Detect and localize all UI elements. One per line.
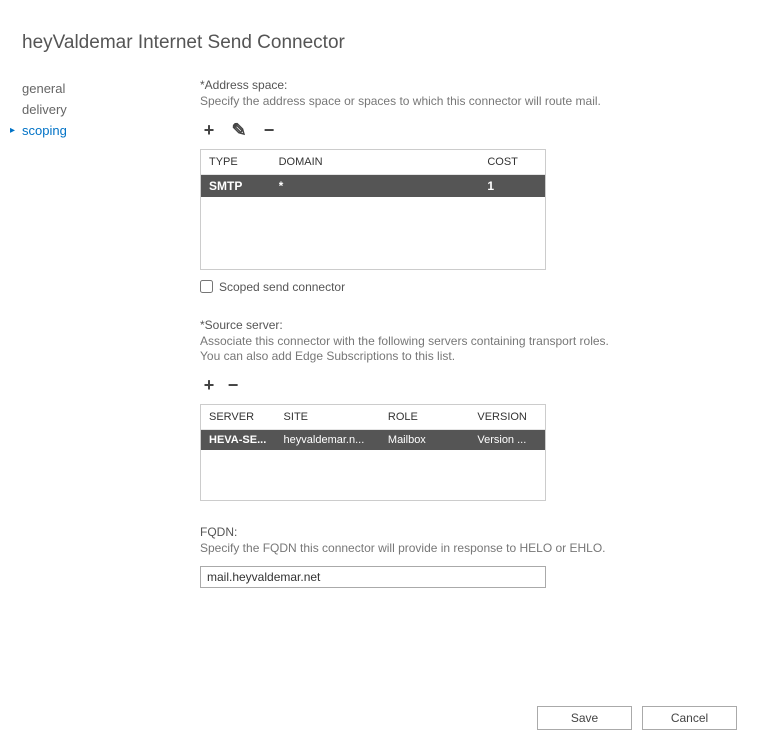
cell-domain: * [279,179,488,193]
cell-type: SMTP [209,179,279,193]
scoped-label: Scoped send connector [219,280,345,294]
remove-icon[interactable]: − [260,120,278,141]
add-icon[interactable]: + [200,375,218,396]
header-cost: COST [487,156,537,168]
source-server-help: Associate this connector with the follow… [200,334,611,365]
header-type: TYPE [209,156,279,168]
address-space-toolbar: + ✎ − [200,120,611,141]
source-server-toolbar: + − [200,375,611,396]
fqdn-label: FQDN: [200,525,611,539]
cell-role: Mailbox [388,434,477,446]
sidebar-item-general[interactable]: general [22,78,200,99]
header-domain: DOMAIN [279,156,488,168]
table-empty-area [201,450,545,500]
button-row: Save Cancel [537,706,737,730]
fqdn-section: FQDN: Specify the FQDN this connector wi… [200,525,611,589]
edit-icon[interactable]: ✎ [230,120,248,141]
scoped-checkbox[interactable] [200,280,213,293]
remove-icon[interactable]: − [224,375,242,396]
sidebar: general delivery scoping [0,78,200,612]
cell-cost: 1 [487,179,537,193]
header-server: SERVER [209,411,284,423]
header-version: VERSION [477,411,537,423]
table-header: TYPE DOMAIN COST [201,150,545,175]
address-space-table: TYPE DOMAIN COST SMTP * 1 [200,149,546,270]
source-server-label: *Source server: [200,318,611,332]
source-server-table: SERVER SITE ROLE VERSION HEVA-SE... heyv… [200,404,546,501]
fqdn-input[interactable] [200,566,546,588]
save-button[interactable]: Save [537,706,632,730]
header-role: ROLE [388,411,477,423]
source-server-section: *Source server: Associate this connector… [200,318,611,501]
table-row[interactable]: SMTP * 1 [201,175,545,197]
table-empty-area [201,197,545,269]
scoped-checkbox-row: Scoped send connector [200,280,611,294]
cancel-button[interactable]: Cancel [642,706,737,730]
cell-site: heyvaldemar.n... [284,434,388,446]
add-icon[interactable]: + [200,120,218,141]
sidebar-item-delivery[interactable]: delivery [22,99,200,120]
cell-version: Version ... [477,434,537,446]
header-site: SITE [284,411,388,423]
address-space-section: *Address space: Specify the address spac… [200,78,611,294]
table-header: SERVER SITE ROLE VERSION [201,405,545,430]
sidebar-item-scoping[interactable]: scoping [22,120,200,141]
address-space-help: Specify the address space or spaces to w… [200,94,611,110]
table-row[interactable]: HEVA-SE... heyvaldemar.n... Mailbox Vers… [201,430,545,450]
cell-server: HEVA-SE... [209,434,284,446]
fqdn-help: Specify the FQDN this connector will pro… [200,541,611,557]
page-title: heyValdemar Internet Send Connector [0,0,761,78]
address-space-label: *Address space: [200,78,611,92]
